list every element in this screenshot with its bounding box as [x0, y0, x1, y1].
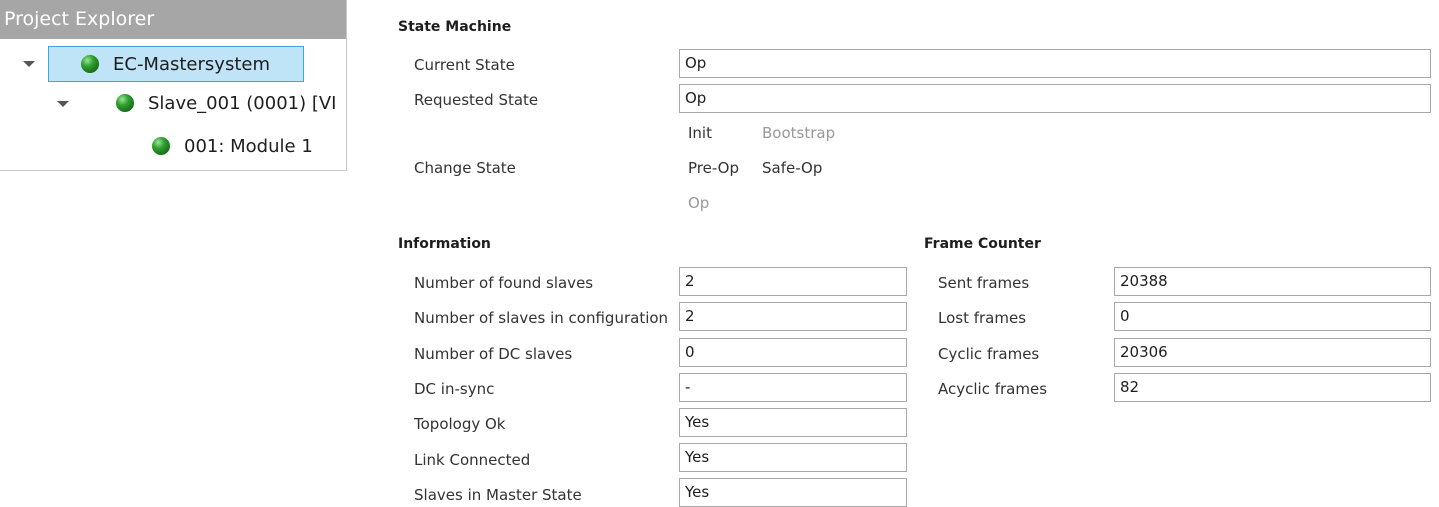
topology-ok-label: Topology Ok — [414, 415, 506, 433]
link-connected-label: Link Connected — [414, 451, 531, 469]
tree-node-label: 001: Module 1 — [184, 135, 313, 157]
dc-in-sync-label: DC in-sync — [414, 380, 495, 398]
found-slaves-field: 2 — [679, 267, 907, 296]
topology-ok-field: Yes — [679, 408, 907, 437]
project-explorer: Project Explorer EC-Mastersystem Slave_0… — [0, 0, 347, 171]
tree-node-ec-mastersystem[interactable]: EC-Mastersystem — [48, 46, 304, 82]
lost-frames-label: Lost frames — [938, 309, 1027, 327]
requested-state-field: Op — [679, 84, 1431, 113]
dc-in-sync-field: - — [679, 373, 907, 402]
dc-slaves-label: Number of DC slaves — [414, 345, 573, 363]
slaves-master-state-label: Slaves in Master State — [414, 486, 582, 504]
status-green-ball-icon — [116, 94, 134, 112]
pre-op-state-button[interactable]: Pre-Op — [688, 159, 739, 177]
frame-counter-title: Frame Counter — [924, 236, 1041, 252]
current-state-field: Op — [679, 49, 1431, 78]
bootstrap-state-button[interactable]: Bootstrap — [762, 124, 835, 142]
sent-frames-label: Sent frames — [938, 274, 1030, 292]
tree-node-label: EC-Mastersystem — [113, 53, 270, 75]
current-state-label: Current State — [414, 56, 515, 74]
op-state-button[interactable]: Op — [688, 194, 709, 212]
slaves-in-config-label: Number of slaves in configuration — [414, 309, 669, 327]
project-explorer-title: Project Explorer — [0, 0, 346, 40]
dc-slaves-field: 0 — [679, 338, 907, 367]
tree-node-slave-001[interactable]: Slave_001 (0001) [VI — [116, 85, 336, 121]
tree-node-label: Slave_001 (0001) [VI — [148, 92, 337, 114]
state-machine-title: State Machine — [398, 19, 512, 35]
link-connected-field: Yes — [679, 443, 907, 472]
cyclic-frames-label: Cyclic frames — [938, 345, 1040, 363]
expand-arrow-icon[interactable] — [23, 61, 35, 67]
sent-frames-field: 20388 — [1114, 267, 1431, 296]
cyclic-frames-field: 20306 — [1114, 338, 1431, 367]
acyclic-frames-field: 82 — [1114, 373, 1431, 402]
expand-arrow-icon[interactable] — [57, 101, 69, 107]
acyclic-frames-label: Acyclic frames — [938, 380, 1048, 398]
slaves-master-state-field: Yes — [679, 478, 907, 507]
status-green-ball-icon — [152, 137, 170, 155]
change-state-label: Change State — [414, 159, 516, 177]
information-title: Information — [398, 236, 491, 252]
init-state-button[interactable]: Init — [688, 124, 712, 142]
status-green-ball-icon — [81, 55, 99, 73]
tree-node-module-1[interactable]: 001: Module 1 — [152, 128, 313, 164]
lost-frames-field: 0 — [1114, 302, 1431, 331]
slaves-in-config-field: 2 — [679, 302, 907, 331]
requested-state-label: Requested State — [414, 91, 539, 109]
found-slaves-label: Number of found slaves — [414, 274, 594, 292]
safe-op-state-button[interactable]: Safe-Op — [762, 159, 822, 177]
